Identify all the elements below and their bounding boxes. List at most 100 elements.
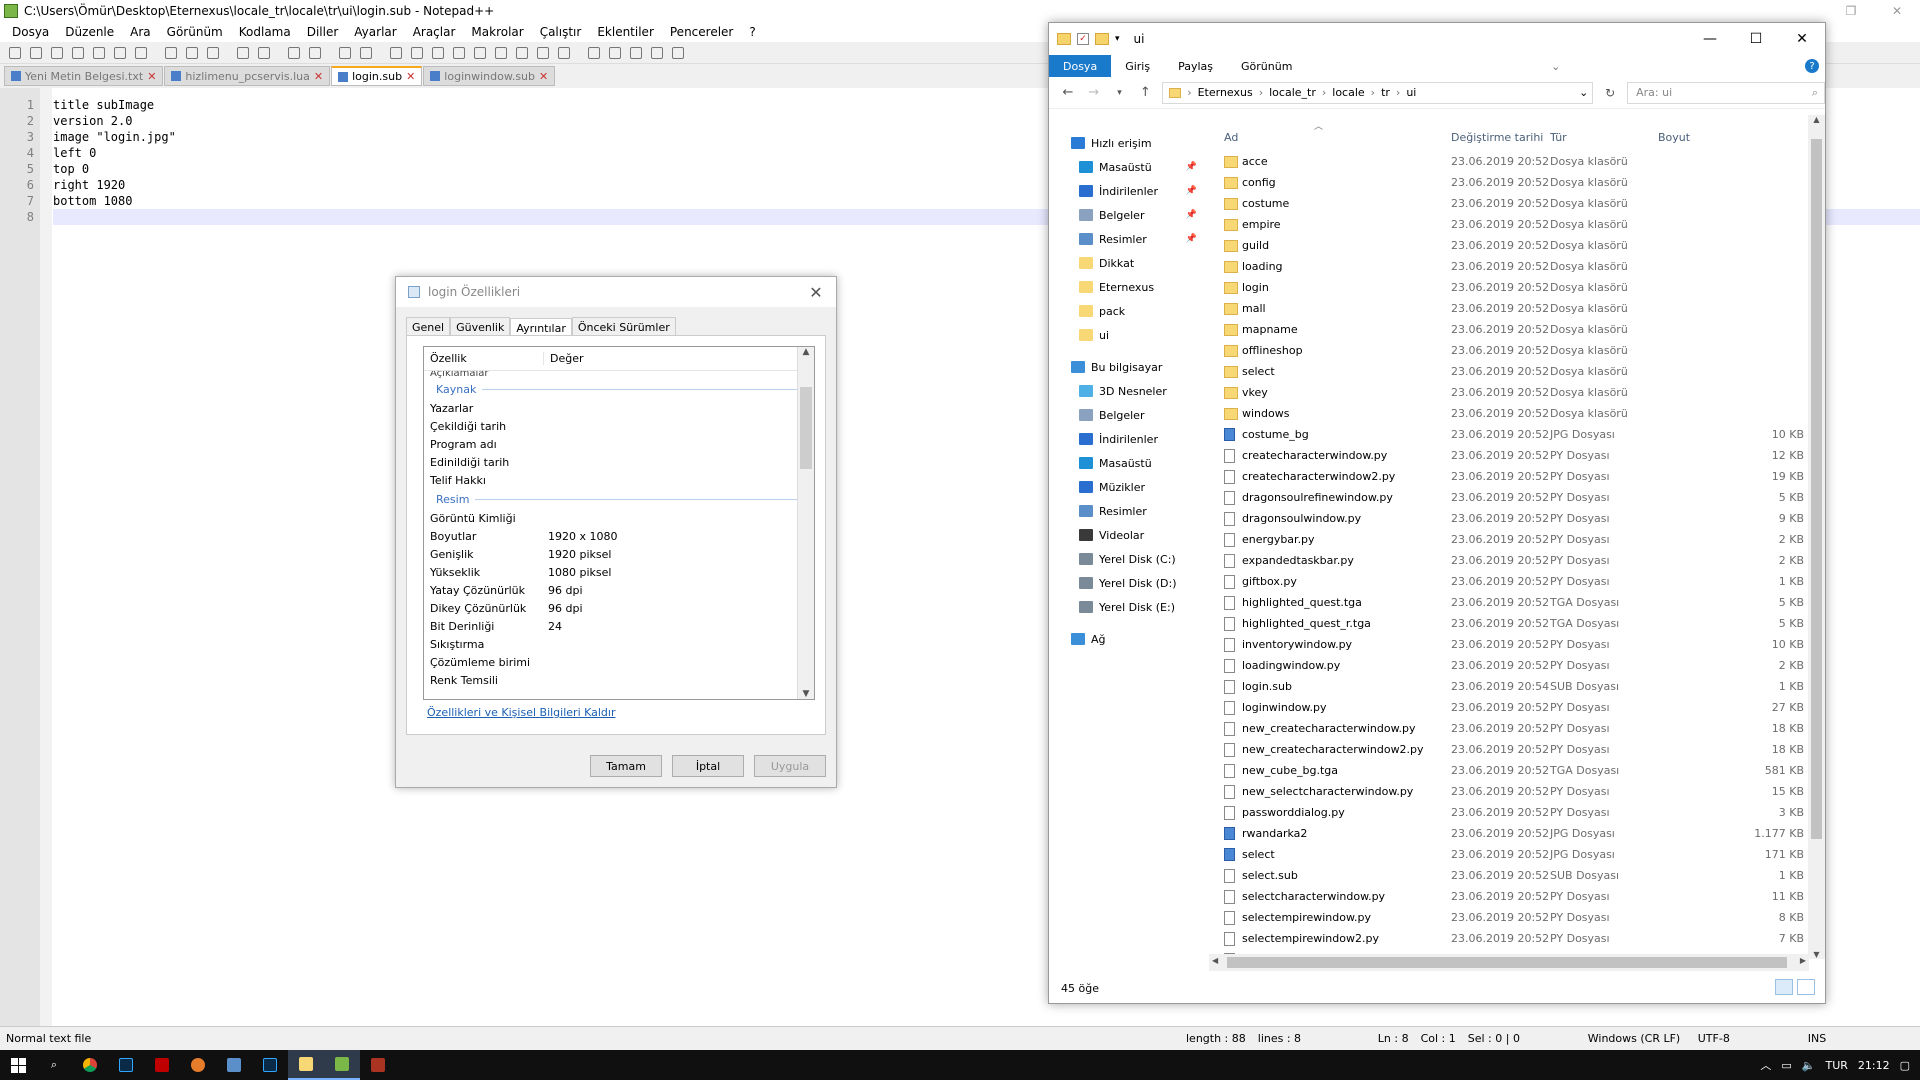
menu-item[interactable]: Diller xyxy=(299,25,347,39)
menu-item[interactable]: Ayarlar xyxy=(346,25,404,39)
breadcrumb-chevron-icon[interactable]: › xyxy=(1371,86,1375,99)
recent-dropdown-icon[interactable]: ▾ xyxy=(1111,88,1129,98)
ribbon-tab[interactable]: Görünüm xyxy=(1227,55,1306,77)
file-tab[interactable]: loginwindow.sub ✕ xyxy=(423,66,556,86)
file-row[interactable]: login.sub 23.06.2019 20:54 SUB Dosyası 1 KB xyxy=(1214,676,1814,697)
nav-item[interactable]: Yerel Disk (D:) xyxy=(1049,571,1207,595)
paste-icon[interactable] xyxy=(204,44,222,62)
breadcrumb-item[interactable]: ui xyxy=(1406,86,1416,99)
file-row[interactable]: loadingwindow.py 23.06.2019 20:52 PY Dosya… xyxy=(1214,655,1814,676)
breadcrumb-item[interactable]: locale_tr xyxy=(1269,86,1316,99)
undo-icon[interactable] xyxy=(234,44,252,62)
nav-item[interactable]: Belgeler xyxy=(1049,403,1207,427)
menu-item[interactable]: Dosya xyxy=(4,25,57,39)
column-property[interactable]: Özellik xyxy=(424,352,544,365)
file-row[interactable]: selectcharacterwindow.py 23.06.2019 20:52… xyxy=(1214,886,1814,907)
notepad-restore-icon[interactable]: ❐ xyxy=(1828,4,1874,18)
property-row[interactable]: Görüntü Kimliği xyxy=(424,509,814,527)
file-row[interactable]: createcharacterwindow.py 23.06.2019 20:52… xyxy=(1214,445,1814,466)
nav-item[interactable]: 3D Nesneler xyxy=(1049,379,1207,403)
property-row[interactable]: Çözümleme birimi xyxy=(424,653,814,671)
file-row[interactable]: giftbox.py 23.06.2019 20:52 PY Dosyası 1 KB xyxy=(1214,571,1814,592)
property-row[interactable]: Genişlik 1920 piksel xyxy=(424,545,814,563)
apply-button[interactable]: Uygula xyxy=(754,755,826,777)
file-row[interactable]: costume_bg 23.06.2019 20:52 JPG Dosyası 10 … xyxy=(1214,424,1814,445)
property-row[interactable]: Renk Temsili xyxy=(424,671,814,689)
file-row[interactable]: guild 23.06.2019 20:52 Dosya klasörü xyxy=(1214,235,1814,256)
breadcrumb-chevron-icon[interactable]: › xyxy=(1259,86,1263,99)
large-icons-view-icon[interactable] xyxy=(1797,979,1815,995)
notepad-close-icon[interactable]: ✕ xyxy=(1874,4,1920,18)
file-row[interactable]: select.sub 23.06.2019 20:52 SUB Dosyası 1 K… xyxy=(1214,865,1814,886)
replace-icon[interactable] xyxy=(306,44,324,62)
nav-item[interactable]: Dikkat xyxy=(1049,251,1207,275)
language-indicator[interactable]: TUR xyxy=(1825,1059,1847,1072)
property-row[interactable]: Program adı xyxy=(424,435,814,453)
help-icon[interactable]: ? xyxy=(1804,59,1819,73)
file-row[interactable]: passworddialog.py 23.06.2019 20:52 PY Dosy… xyxy=(1214,802,1814,823)
file-row[interactable]: highlighted_quest_r.tga 23.06.2019 20:52 T… xyxy=(1214,613,1814,634)
file-row[interactable]: mapname 23.06.2019 20:52 Dosya klasörü xyxy=(1214,319,1814,340)
property-row[interactable]: Dikey Çözünürlük 96 dpi xyxy=(424,599,814,617)
indent-guide-icon[interactable] xyxy=(471,44,489,62)
address-dropdown-icon[interactable]: ⌄ xyxy=(1579,86,1592,99)
nav-item[interactable]: Videolar xyxy=(1049,523,1207,547)
up-icon[interactable]: ↑ xyxy=(1136,85,1154,100)
vscroll-down-icon[interactable]: ▼ xyxy=(1808,950,1825,959)
close-all-icon[interactable] xyxy=(111,44,129,62)
ribbon-expand-icon[interactable]: ⌄ xyxy=(1545,55,1566,77)
file-row[interactable]: loginwindow.py 23.06.2019 20:52 PY Dosyası… xyxy=(1214,697,1814,718)
nav-item[interactable]: İndirilenler xyxy=(1049,427,1207,451)
folder-workspace-icon[interactable] xyxy=(534,44,552,62)
nav-item[interactable]: ui xyxy=(1049,323,1207,347)
cancel-button[interactable]: İptal xyxy=(672,755,744,777)
start-icon[interactable] xyxy=(0,1050,36,1080)
vscroll-thumb[interactable] xyxy=(1811,139,1822,839)
network-tool-icon[interactable] xyxy=(216,1050,252,1080)
breadcrumb-item[interactable]: tr xyxy=(1381,86,1390,99)
breadcrumb-chevron-icon[interactable]: › xyxy=(1322,86,1326,99)
menu-item[interactable]: Pencereler xyxy=(662,25,741,39)
dialog-close-icon[interactable]: ✕ xyxy=(796,283,836,302)
dialog-tab[interactable]: Güvenlik xyxy=(450,317,511,337)
file-row[interactable]: new_createcharacterwindow.py 23.06.2019 2… xyxy=(1214,718,1814,739)
zoom-in-icon[interactable] xyxy=(336,44,354,62)
nav-item[interactable]: İndirilenler 📌 xyxy=(1049,179,1207,203)
property-row[interactable]: Sıkıştırma xyxy=(424,635,814,653)
all-chars-icon[interactable] xyxy=(450,44,468,62)
file-row[interactable]: expandedtaskbar.py 23.06.2019 20:52 PY Dos… xyxy=(1214,550,1814,571)
file-list-hscroll[interactable]: ◀ ▶ xyxy=(1209,954,1809,971)
find-icon[interactable] xyxy=(285,44,303,62)
col-name[interactable]: Ad xyxy=(1224,131,1238,144)
monitor-icon[interactable] xyxy=(555,44,573,62)
file-row[interactable]: acce 23.06.2019 20:52 Dosya klasörü xyxy=(1214,151,1814,172)
menu-item[interactable]: Makrolar xyxy=(463,25,531,39)
file-row[interactable]: inventorywindow.py 23.06.2019 20:52 PY Dos… xyxy=(1214,634,1814,655)
menu-item[interactable]: Ara xyxy=(122,25,159,39)
forward-icon[interactable]: → xyxy=(1085,85,1103,100)
file-row[interactable]: highlighted_quest.tga 23.06.2019 20:52 TGA… xyxy=(1214,592,1814,613)
dialog-tab[interactable]: Genel xyxy=(406,317,451,337)
hscroll-right-icon[interactable]: ▶ xyxy=(1800,956,1806,965)
close-tab-icon[interactable]: ✕ xyxy=(406,70,415,83)
breadcrumb-item[interactable]: Eternexus xyxy=(1198,86,1253,99)
file-tab[interactable]: login.sub ✕ xyxy=(331,66,423,86)
sync-v-icon[interactable] xyxy=(387,44,405,62)
property-row[interactable]: Yazarlar xyxy=(424,399,814,417)
nav-item[interactable]: Yerel Disk (C:) xyxy=(1049,547,1207,571)
close-tab-icon[interactable]: ✕ xyxy=(147,70,156,83)
remove-properties-link[interactable]: Özellikleri ve Kişisel Bilgileri Kaldır xyxy=(427,706,616,719)
zoom-out-icon[interactable] xyxy=(357,44,375,62)
property-row[interactable]: Telif Hakkı xyxy=(424,471,814,489)
menu-item[interactable]: Kodlama xyxy=(231,25,299,39)
nav-item[interactable]: Ağ xyxy=(1049,627,1207,651)
breadcrumb-chevron-icon[interactable]: › xyxy=(1187,86,1191,99)
close-tab-icon[interactable]: ✕ xyxy=(314,70,323,83)
sync-h-icon[interactable] xyxy=(408,44,426,62)
scroll-down-icon[interactable]: ▼ xyxy=(798,689,814,699)
file-row[interactable]: select 23.06.2019 20:52 JPG Dosyası 171 KB xyxy=(1214,844,1814,865)
new-folder-icon[interactable] xyxy=(1095,33,1109,45)
nav-item[interactable]: Resimler 📌 xyxy=(1049,227,1207,251)
breadcrumb-chevron-icon[interactable]: › xyxy=(1396,86,1400,99)
redo-icon[interactable] xyxy=(255,44,273,62)
